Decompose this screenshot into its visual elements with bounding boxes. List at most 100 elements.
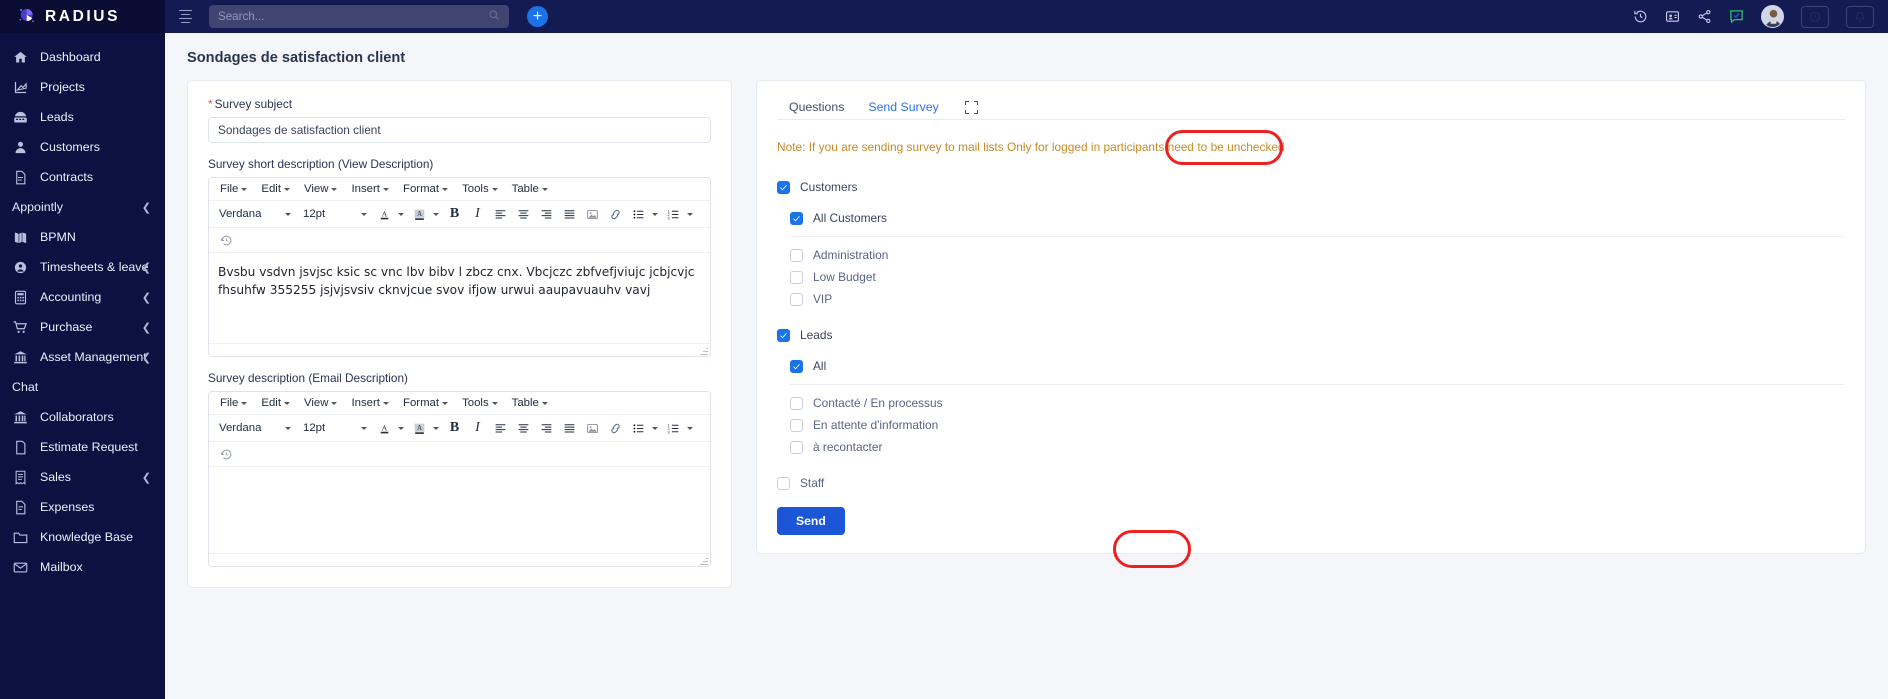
tab-send-survey[interactable]: Send Survey [856,95,950,119]
font-family-select[interactable]: Verdana [214,419,296,437]
menu-insert[interactable]: Insert [345,395,395,411]
search-box[interactable] [209,5,509,28]
highlight-color-icon[interactable]: A [409,418,430,439]
tab-questions[interactable]: Questions [777,95,856,119]
text-color-control[interactable]: A [374,418,407,439]
numbered-list-control[interactable]: 123 [663,204,696,225]
checkbox-icon[interactable] [777,476,790,490]
send-button[interactable]: Send [777,507,845,535]
resize-handle-icon[interactable] [699,346,708,355]
bold-icon[interactable]: B [444,204,465,225]
bullet-list-icon[interactable] [628,418,649,439]
sidebar-item-appointly[interactable]: Appointly ❮ [0,192,165,222]
checkbox-staff[interactable]: Staff [777,472,1845,494]
highlight-color-control[interactable]: A [409,418,442,439]
checkbox-customers[interactable]: Customers [777,176,1845,198]
italic-icon[interactable]: I [467,418,488,439]
sidebar-item-customers[interactable]: Customers [0,132,165,162]
checkbox-all-leads[interactable]: All [777,355,1845,377]
text-color-control[interactable]: A [374,204,407,225]
align-justify-icon[interactable] [559,418,580,439]
align-justify-icon[interactable] [559,204,580,225]
caret-icon[interactable] [395,426,407,430]
sidebar-item-accounting[interactable]: Accounting ❮ [0,282,165,312]
checkbox-icon[interactable] [790,359,803,373]
text-color-icon[interactable]: A [374,204,395,225]
checkbox-icon[interactable] [790,292,803,306]
menu-table[interactable]: Table [506,395,554,411]
checkbox-icon[interactable] [790,270,803,284]
sidebar-item-mailbox[interactable]: Mailbox [0,552,165,582]
checkbox-a-recontacter[interactable]: à recontacter [777,436,1845,458]
checkbox-icon[interactable] [790,396,803,410]
sidebar-item-knowledge-base[interactable]: Knowledge Base [0,522,165,552]
align-right-icon[interactable] [536,418,557,439]
chat-check-icon[interactable] [1729,9,1744,24]
link-icon[interactable] [605,204,626,225]
image-icon[interactable] [582,418,603,439]
align-center-icon[interactable] [513,418,534,439]
sidebar-item-chat[interactable]: Chat [0,372,165,402]
sidebar-item-estimate-request[interactable]: Estimate Request [0,432,165,462]
highlight-color-control[interactable]: A [409,204,442,225]
menu-view[interactable]: View [298,181,343,197]
checkbox-all-customers[interactable]: All Customers [777,207,1845,229]
bullet-list-control[interactable] [628,204,661,225]
sidebar-item-expenses[interactable]: Expenses [0,492,165,522]
sidebar-item-sales[interactable]: Sales ❮ [0,462,165,492]
checkbox-low-budget[interactable]: Low Budget [777,266,1845,288]
brand-logo[interactable]: RADIUS [0,0,165,33]
menu-view[interactable]: View [298,395,343,411]
menu-table[interactable]: Table [506,181,554,197]
menu-format[interactable]: Format [397,181,454,197]
hamburger-icon[interactable] [179,9,193,24]
italic-icon[interactable]: I [467,204,488,225]
align-left-icon[interactable] [490,418,511,439]
menu-tools[interactable]: Tools [456,395,504,411]
menu-file[interactable]: File [214,181,253,197]
numbered-list-icon[interactable]: 123 [663,418,684,439]
restore-draft-icon[interactable] [216,444,237,465]
restore-draft-icon[interactable] [216,230,237,251]
checkbox-leads[interactable]: Leads [777,324,1845,346]
expand-icon[interactable] [964,100,978,114]
sidebar-item-collaborators[interactable]: Collaborators [0,402,165,432]
notification-bell-button[interactable] [1846,5,1874,28]
checkbox-icon[interactable] [790,211,803,225]
align-center-icon[interactable] [513,204,534,225]
font-size-select[interactable]: 12pt [298,205,372,223]
sidebar-item-purchase[interactable]: Purchase ❮ [0,312,165,342]
font-family-select[interactable]: Verdana [214,205,296,223]
checkbox-icon[interactable] [790,248,803,262]
survey-subject-input[interactable] [208,117,711,143]
image-icon[interactable] [582,204,603,225]
menu-edit[interactable]: Edit [255,181,296,197]
numbered-list-icon[interactable]: 123 [663,204,684,225]
align-right-icon[interactable] [536,204,557,225]
sidebar-item-dashboard[interactable]: Dashboard [0,42,165,72]
sidebar-item-timesheets-leave[interactable]: Timesheets & leave ❮ [0,252,165,282]
text-color-icon[interactable]: A [374,418,395,439]
sidebar-item-contracts[interactable]: Contracts [0,162,165,192]
checkbox-icon[interactable] [777,180,790,194]
clock-button[interactable] [1801,5,1829,28]
checkbox-administration[interactable]: Administration [777,244,1845,266]
user-avatar[interactable] [1761,5,1784,28]
add-button[interactable]: + [527,6,548,27]
bullet-list-icon[interactable] [628,204,649,225]
caret-icon[interactable] [684,212,696,216]
caret-icon[interactable] [649,212,661,216]
caret-icon[interactable] [430,426,442,430]
menu-tools[interactable]: Tools [456,181,504,197]
checkbox-icon[interactable] [790,440,803,454]
numbered-list-control[interactable]: 123 [663,418,696,439]
sidebar-item-projects[interactable]: Projects [0,72,165,102]
sidebar-item-leads[interactable]: Leads [0,102,165,132]
highlight-color-icon[interactable]: A [409,204,430,225]
checkbox-contacte-en-processus[interactable]: Contacté / En processus [777,392,1845,414]
align-left-icon[interactable] [490,204,511,225]
short-description-body[interactable]: Bvsbu vsdvn jsvjsc ksic sc vnc lbv bibv … [209,253,710,343]
caret-icon[interactable] [430,212,442,216]
checkbox-vip[interactable]: VIP [777,288,1845,310]
checkbox-en-attente-dinformation[interactable]: En attente d'information [777,414,1845,436]
